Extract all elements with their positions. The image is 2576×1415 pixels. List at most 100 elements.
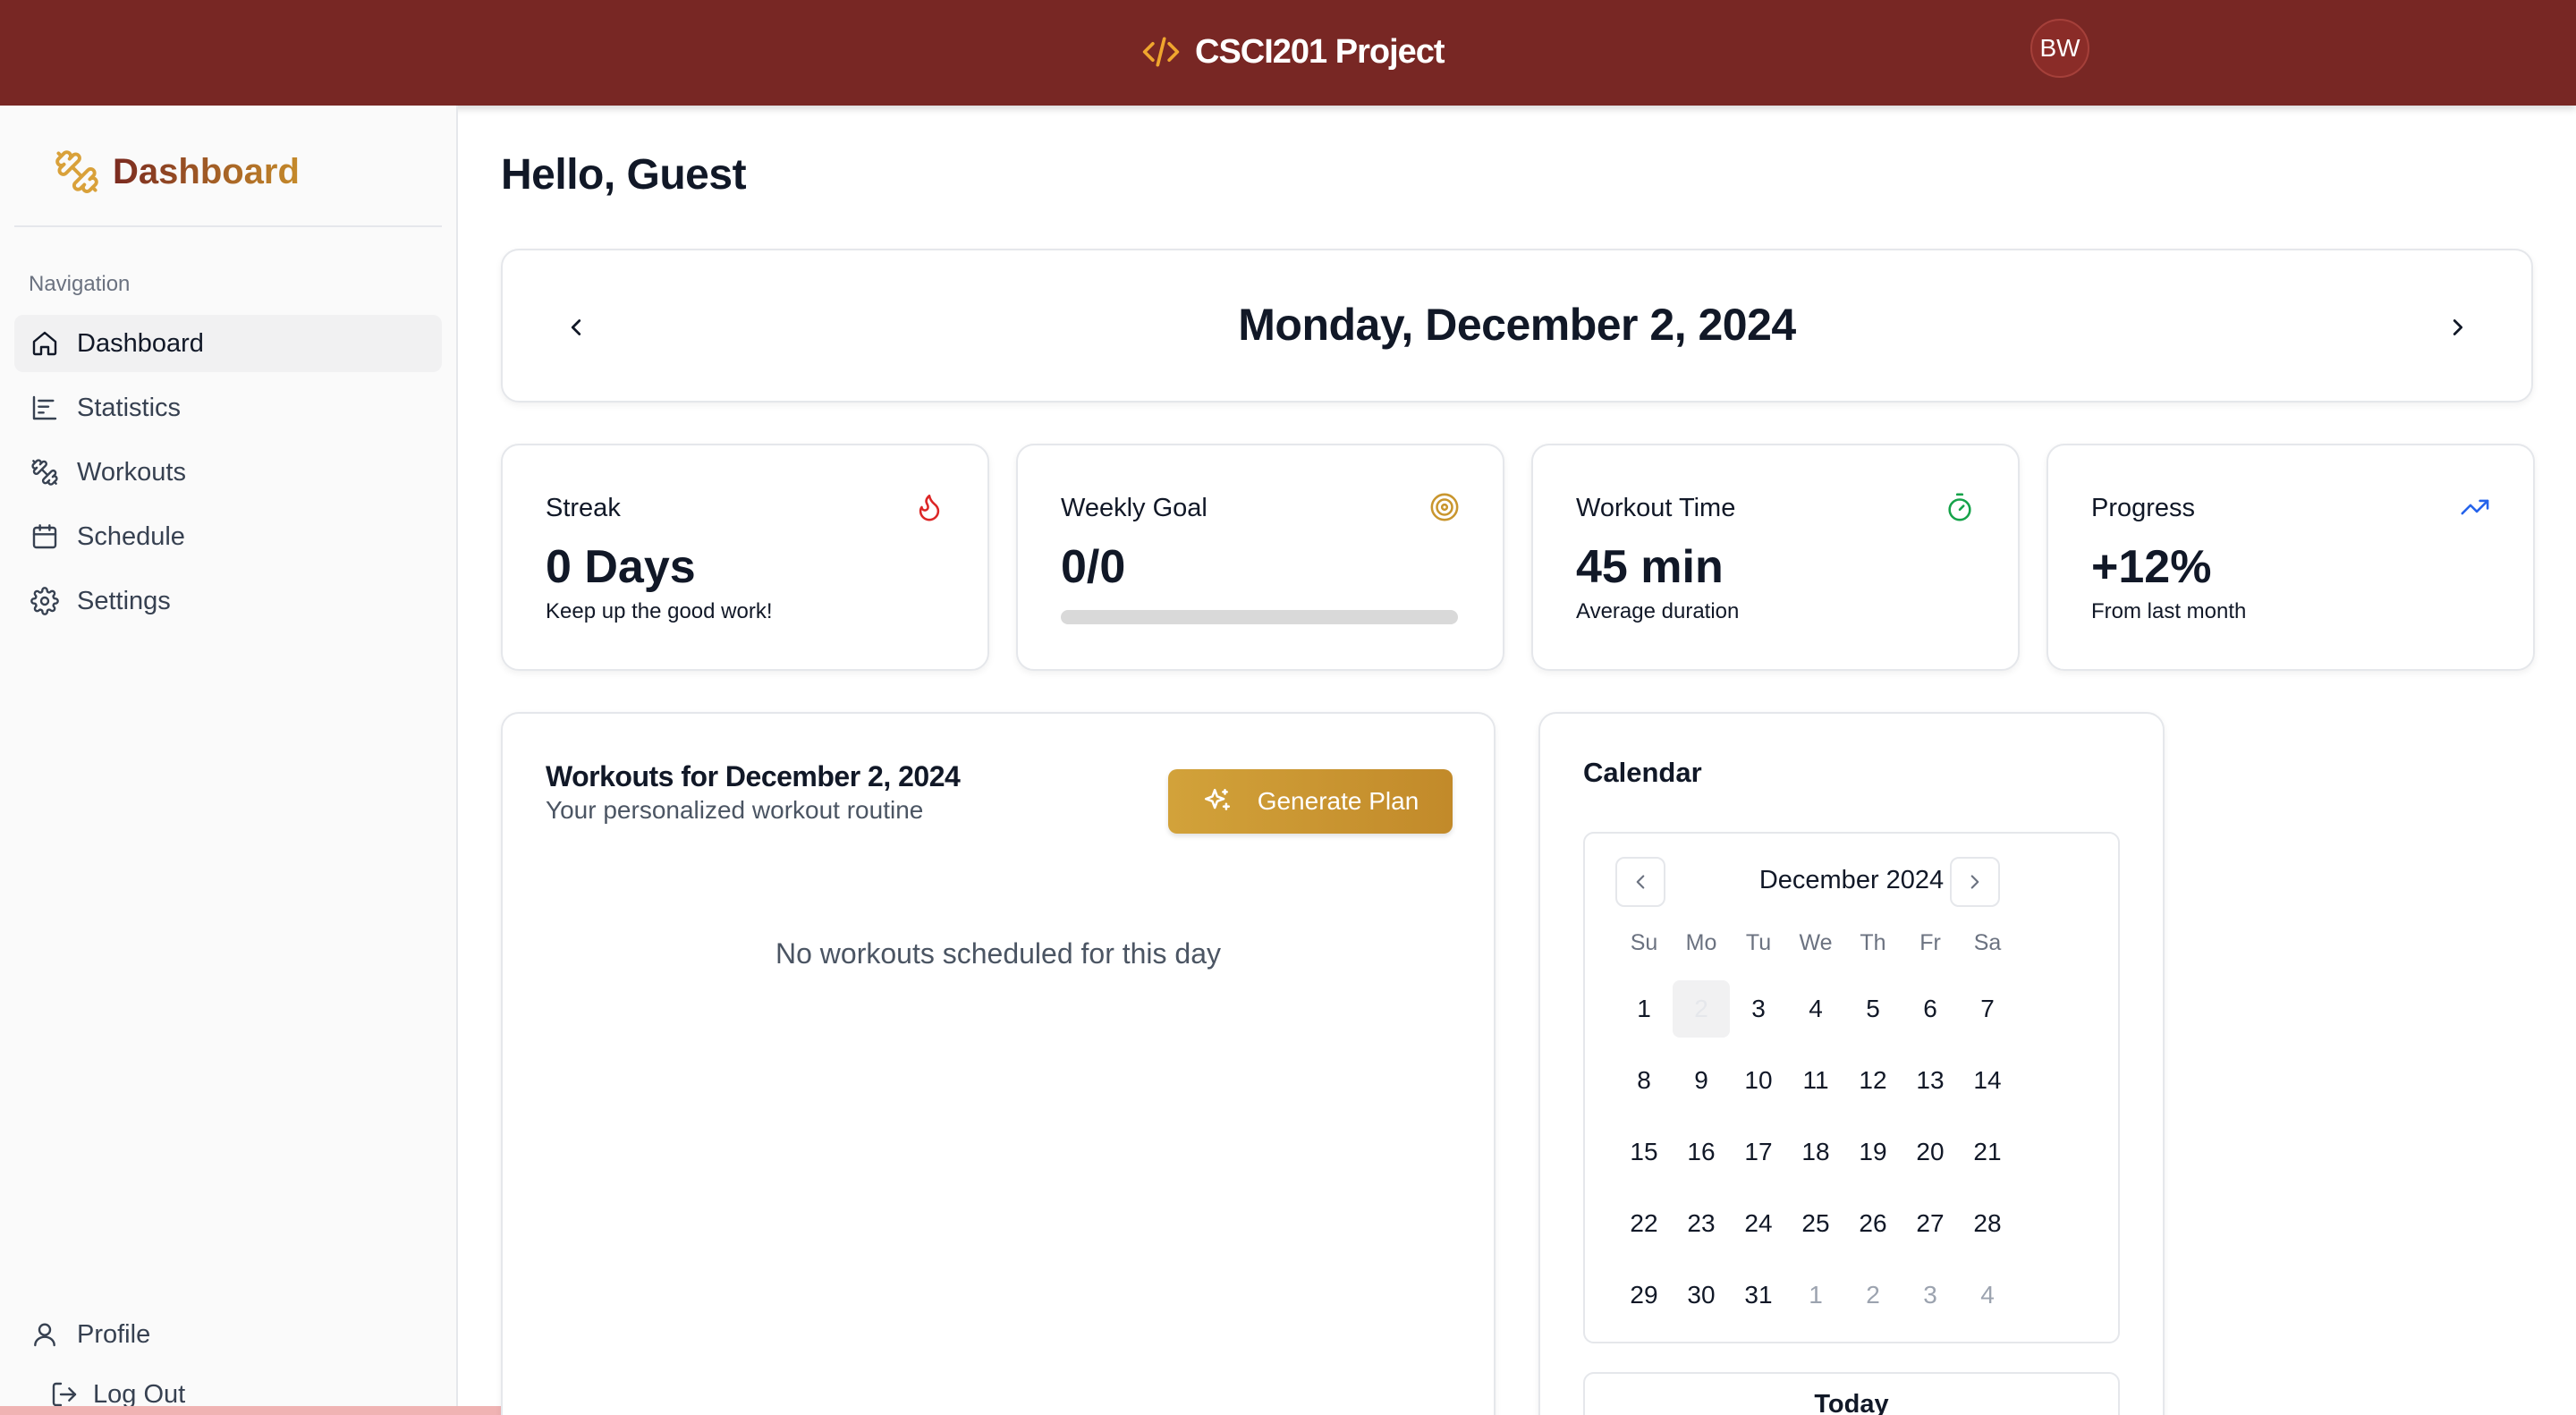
- calendar-day[interactable]: 22: [1615, 1195, 1673, 1267]
- calendar-day[interactable]: 1: [1615, 980, 1673, 1052]
- calendar-day[interactable]: 13: [1902, 1052, 1959, 1123]
- calendar-day[interactable]: 3: [1902, 1267, 1959, 1338]
- calendar-day-number: 1: [1637, 995, 1651, 1022]
- today-button[interactable]: Today: [1583, 1372, 2120, 1415]
- profile-label: Profile: [77, 1319, 151, 1349]
- calendar-day-number: 28: [1973, 1209, 2002, 1237]
- calendar-day[interactable]: 28: [1959, 1195, 2016, 1267]
- calendar-day[interactable]: 25: [1787, 1195, 1844, 1267]
- stat-subtitle: From last month: [2091, 599, 2247, 623]
- calendar-day-number: 3: [1923, 1281, 1937, 1309]
- stat-value: 0 Days: [546, 541, 696, 593]
- flame-icon: [919, 494, 940, 521]
- calendar-day[interactable]: 8: [1615, 1052, 1673, 1123]
- workout-time-card: Workout Time 45 min Average duration: [1531, 444, 2020, 671]
- previous-month-button[interactable]: [1615, 857, 1665, 907]
- calendar-widget: December 2024 Su Mo Tu We Th Fr Sa 1 2 3 4 5 6 7 8 9 10…: [1583, 832, 2120, 1343]
- trending-up-icon: [2461, 499, 2489, 515]
- calendar-day-number: 29: [1630, 1281, 1658, 1309]
- sidebar-item-settings[interactable]: Settings: [14, 572, 442, 630]
- calendar-day[interactable]: 17: [1730, 1123, 1787, 1195]
- app-title: CSCI201 Project: [1195, 32, 1445, 71]
- calendar-day[interactable]: 23: [1673, 1195, 1730, 1267]
- nav-section-label: Navigation: [29, 272, 131, 296]
- sidebar-title: Dashboard: [113, 151, 300, 191]
- calendar-day[interactable]: 27: [1902, 1195, 1959, 1267]
- calendar-day[interactable]: 15: [1615, 1123, 1673, 1195]
- user-avatar[interactable]: BW: [2030, 19, 2089, 78]
- calendar-day-number: 13: [1916, 1066, 1945, 1094]
- chevron-right-icon: [2453, 319, 2463, 335]
- next-day-button[interactable]: [2440, 309, 2476, 345]
- generate-plan-button[interactable]: Generate Plan: [1168, 769, 1453, 834]
- calendar-day[interactable]: 30: [1673, 1267, 1730, 1338]
- sidebar-item-workouts[interactable]: Workouts: [14, 444, 442, 501]
- sidebar-item-statistics[interactable]: Statistics: [14, 379, 442, 436]
- calendar-day-number: 24: [1744, 1209, 1773, 1237]
- workouts-subtitle: Your personalized workout routine: [546, 796, 924, 824]
- date-navigator: Monday, December 2, 2024: [501, 249, 2533, 402]
- next-month-button[interactable]: [1950, 857, 2000, 907]
- calendar-day[interactable]: 26: [1844, 1195, 1902, 1267]
- calendar-grid: 1 2 3 4 5 6 7 8 9 10 11 12 13 14 15 16 17 18 19 20 21 22 23 24 2…: [1615, 980, 2016, 1338]
- sidebar-item-schedule[interactable]: Schedule: [14, 508, 442, 565]
- calendar-day[interactable]: 12: [1844, 1052, 1902, 1123]
- calendar-day-number: 2: [1673, 980, 1730, 1038]
- calendar-day[interactable]: 4: [1787, 980, 1844, 1052]
- sidebar-item-label: Statistics: [77, 393, 182, 422]
- stat-subtitle: Keep up the good work!: [546, 599, 773, 623]
- weekday-label: Tu: [1745, 930, 1772, 955]
- calendar-day-number: 8: [1637, 1066, 1651, 1094]
- sidebar-item-label: Settings: [77, 586, 171, 615]
- stat-value: +12%: [2091, 541, 2212, 593]
- sparkles-icon: [1204, 788, 1230, 810]
- calendar-day[interactable]: 7: [1959, 980, 2016, 1052]
- progress-card: Progress +12% From last month: [2046, 444, 2535, 671]
- stat-title: Progress: [2091, 494, 2196, 522]
- stat-value: 0/0: [1061, 541, 1126, 593]
- calendar-day-number: 5: [1866, 995, 1880, 1022]
- sidebar-item-dashboard[interactable]: Dashboard: [14, 315, 442, 372]
- calendar-day[interactable]: 11: [1787, 1052, 1844, 1123]
- calendar-day[interactable]: 24: [1730, 1195, 1787, 1267]
- calendar-day[interactable]: 16: [1673, 1123, 1730, 1195]
- calendar-day[interactable]: 9: [1673, 1052, 1730, 1123]
- calendar-day-number: 6: [1923, 995, 1937, 1022]
- calendar-day-number: 19: [1859, 1138, 1887, 1165]
- calendar-day[interactable]: 10: [1730, 1052, 1787, 1123]
- calendar-day[interactable]: 2: [1844, 1267, 1902, 1338]
- calendar-day-number: 16: [1687, 1138, 1716, 1165]
- calendar-day[interactable]: 21: [1959, 1123, 2016, 1195]
- calendar-day[interactable]: 19: [1844, 1123, 1902, 1195]
- code-icon: [1142, 37, 1180, 67]
- calendar-day-number: 11: [1802, 1066, 1829, 1094]
- calendar-day[interactable]: 4: [1959, 1267, 2016, 1338]
- sidebar-item-label: Schedule: [77, 521, 185, 551]
- calendar-day[interactable]: 3: [1730, 980, 1787, 1052]
- calendar-day-number: 9: [1694, 1066, 1708, 1094]
- calendar-day-number: 3: [1751, 995, 1766, 1022]
- calendar-day[interactable]: 18: [1787, 1123, 1844, 1195]
- brand: CSCI201 Project: [1141, 27, 1445, 77]
- calendar-day[interactable]: 5: [1844, 980, 1902, 1052]
- calendar-day-number: 22: [1630, 1209, 1658, 1237]
- calendar-day[interactable]: 1: [1787, 1267, 1844, 1338]
- calendar-day[interactable]: 2: [1673, 980, 1730, 1052]
- calendar-day-number: 21: [1973, 1138, 2002, 1165]
- weekly-goal-progress-bar: [1061, 610, 1458, 624]
- calendar-day-number: 15: [1630, 1138, 1658, 1165]
- calendar-day[interactable]: 31: [1730, 1267, 1787, 1338]
- calendar-icon: [32, 524, 57, 549]
- sidebar-item-profile[interactable]: Profile: [14, 1306, 442, 1363]
- calendar-day[interactable]: 29: [1615, 1267, 1673, 1338]
- calendar-day-number: 31: [1744, 1281, 1773, 1309]
- calendar-day[interactable]: 14: [1959, 1052, 2016, 1123]
- weekday-label: We: [1799, 930, 1833, 955]
- top-header: CSCI201 Project BW: [0, 0, 2576, 106]
- chevron-right-icon: [1970, 875, 1979, 889]
- calendar-day[interactable]: 20: [1902, 1123, 1959, 1195]
- calendar-day-number: 17: [1744, 1138, 1773, 1165]
- calendar-day[interactable]: 6: [1902, 980, 1959, 1052]
- empty-state-message: No workouts scheduled for this day: [775, 937, 1222, 970]
- sidebar-item-label: Dashboard: [77, 328, 204, 358]
